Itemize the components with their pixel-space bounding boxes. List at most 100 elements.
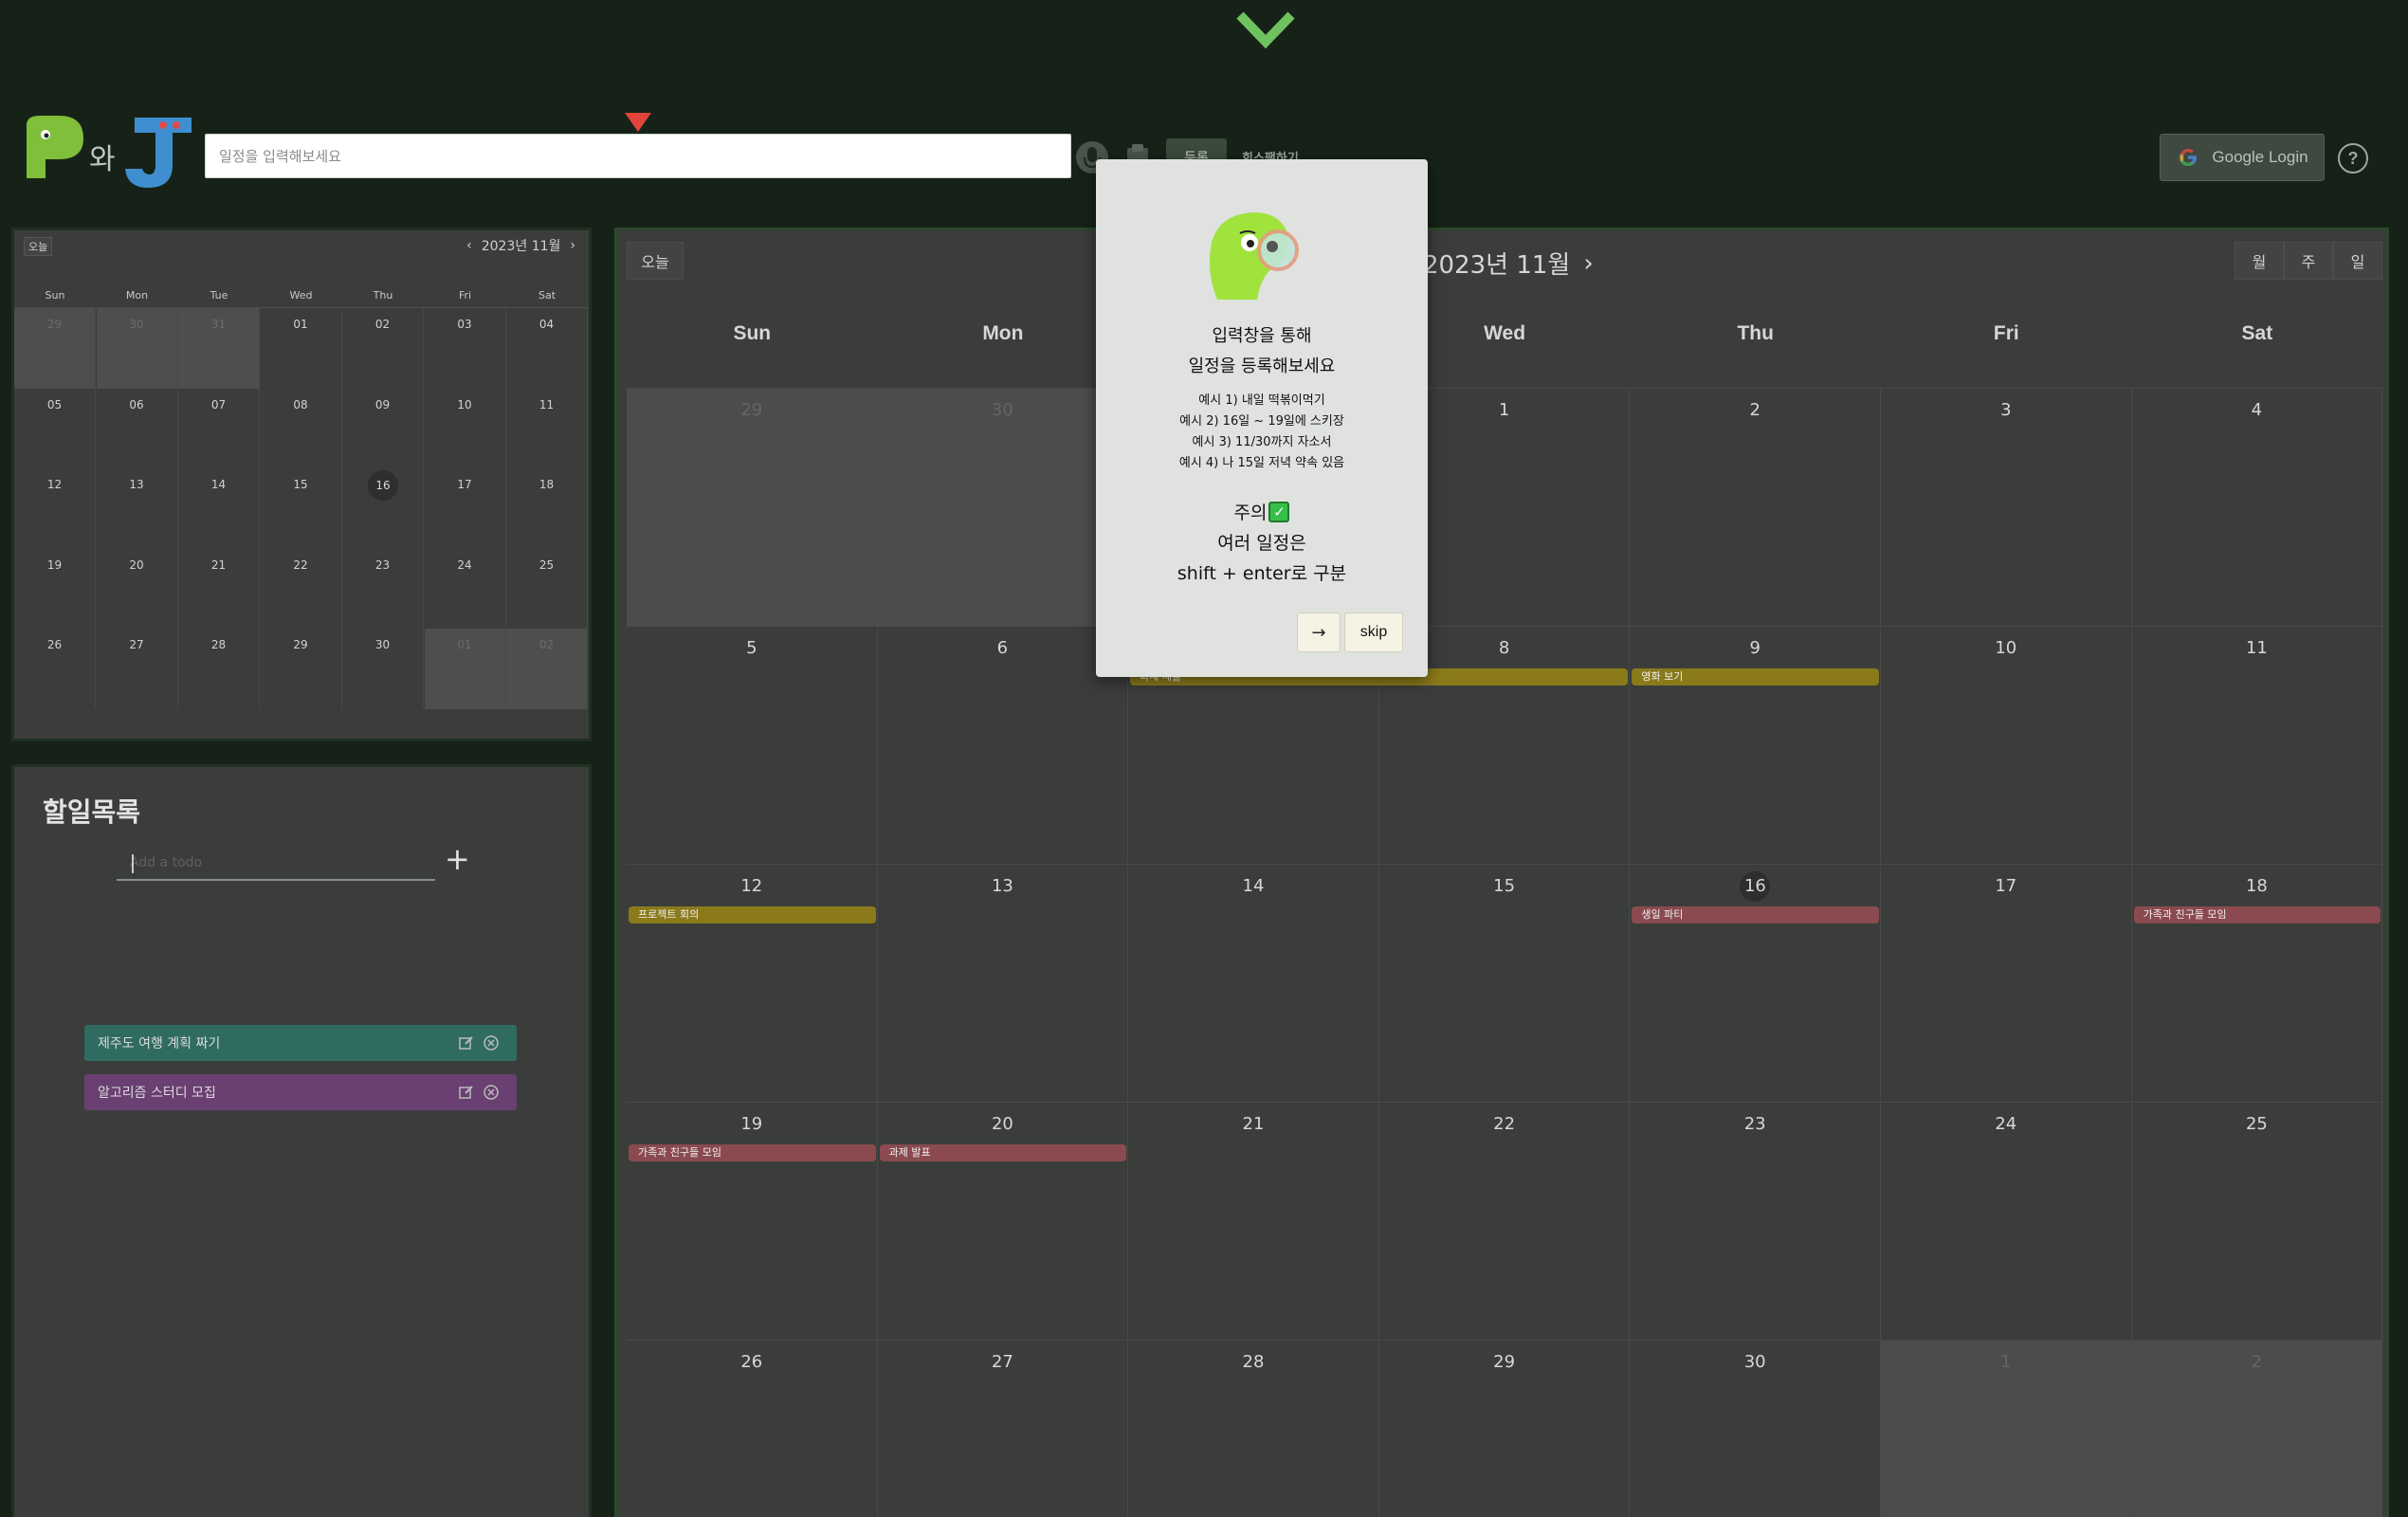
mini-day-cell[interactable]: 16 xyxy=(342,468,424,549)
main-calendar: 오늘 2023년 11월 › 월주일 SunMonTueWedThuFriSat… xyxy=(614,228,2389,1517)
view-button[interactable]: 일 xyxy=(2333,242,2382,280)
view-button[interactable]: 월 xyxy=(2235,242,2284,280)
event-bar[interactable]: 가족과 친구들 모임 xyxy=(2133,906,2381,923)
mini-day-cell[interactable]: 26 xyxy=(14,629,96,709)
edit-icon[interactable] xyxy=(458,1084,475,1101)
mini-day-cell[interactable]: 13 xyxy=(97,468,178,549)
day-cell[interactable]: 4 xyxy=(2131,388,2383,626)
day-number: 14 xyxy=(1242,876,1265,896)
mini-day-cell[interactable]: 19 xyxy=(14,548,96,630)
mini-day-cell[interactable]: 10 xyxy=(425,388,506,469)
event-bar[interactable]: 영화 보기 xyxy=(1632,668,1879,685)
add-todo-button[interactable]: + xyxy=(445,841,470,877)
day-cell[interactable]: 3 xyxy=(1881,388,2132,626)
collapse-chevron-icon[interactable] xyxy=(1232,6,1299,59)
day-cell[interactable]: 23 xyxy=(1630,1102,1881,1340)
skip-button[interactable]: skip xyxy=(1344,612,1403,652)
mini-day-cell[interactable]: 18 xyxy=(506,468,588,549)
day-cell[interactable]: 27 xyxy=(877,1340,1129,1517)
day-cell[interactable]: 30 xyxy=(877,388,1129,626)
event-bar[interactable]: 과제 발표 xyxy=(879,1144,1127,1161)
schedule-input[interactable] xyxy=(206,135,1070,177)
mini-day-cell[interactable]: 14 xyxy=(178,468,260,549)
mini-day-cell[interactable]: 01 xyxy=(261,308,342,389)
mini-weekday-label: Mon xyxy=(125,289,149,302)
day-cell[interactable]: 1 xyxy=(1881,1340,2132,1517)
day-cell[interactable]: 16 xyxy=(1630,864,1881,1102)
mini-day-cell[interactable]: 30 xyxy=(96,308,178,389)
mini-day-cell[interactable]: 08 xyxy=(261,388,342,469)
day-cell[interactable]: 18 xyxy=(2131,864,2383,1102)
day-cell[interactable]: 28 xyxy=(1128,1340,1379,1517)
delete-icon[interactable] xyxy=(483,1034,500,1051)
mini-day-cell[interactable]: 07 xyxy=(178,388,260,469)
mini-day-cell[interactable]: 17 xyxy=(425,468,506,549)
day-cell[interactable]: 2 xyxy=(1630,388,1881,626)
day-cell[interactable]: 24 xyxy=(1881,1102,2132,1340)
mini-day-cell[interactable]: 21 xyxy=(178,548,260,630)
mini-day-cell[interactable]: 01 xyxy=(424,629,506,709)
day-cell[interactable]: 14 xyxy=(1128,864,1379,1102)
mini-today-button[interactable]: 오늘 xyxy=(24,237,53,256)
event-bar[interactable]: 가족과 친구들 모임 xyxy=(629,1144,876,1161)
mini-day-number: 20 xyxy=(129,557,144,572)
event-bar[interactable]: 생일 파티 xyxy=(1632,906,1879,923)
mini-day-cell[interactable]: 24 xyxy=(425,548,506,630)
mini-day-cell[interactable]: 23 xyxy=(342,548,424,630)
next-month-button[interactable]: › xyxy=(1583,249,1593,278)
day-cell[interactable]: 29 xyxy=(1378,1340,1631,1517)
mini-day-cell[interactable]: 25 xyxy=(506,548,588,630)
mini-day-cell[interactable]: 04 xyxy=(506,308,588,389)
day-cell[interactable]: 21 xyxy=(1128,1102,1379,1340)
day-cell[interactable]: 5 xyxy=(627,626,878,864)
mini-day-cell[interactable]: 22 xyxy=(261,548,342,630)
day-cell[interactable]: 11 xyxy=(2131,626,2383,864)
day-cell[interactable]: 22 xyxy=(1378,1102,1631,1340)
today-button[interactable]: 오늘 xyxy=(627,242,684,280)
day-cell[interactable]: 25 xyxy=(2131,1102,2383,1340)
mini-day-cell[interactable]: 11 xyxy=(506,388,588,469)
mini-day-cell[interactable]: 28 xyxy=(178,629,260,709)
day-cell[interactable]: 19 xyxy=(627,1102,878,1340)
todo-input[interactable] xyxy=(117,847,435,879)
todo-item[interactable]: 제주도 여행 계획 짜기 xyxy=(84,1025,517,1061)
todo-item[interactable]: 알고리즘 스터디 모집 xyxy=(84,1074,517,1110)
day-cell[interactable]: 26 xyxy=(627,1340,878,1517)
mini-day-cell[interactable]: 29 xyxy=(261,629,342,709)
day-cell[interactable]: 17 xyxy=(1881,864,2132,1102)
mini-day-cell[interactable]: 12 xyxy=(14,468,96,549)
day-cell[interactable]: 12 xyxy=(627,864,878,1102)
day-cell[interactable]: 10 xyxy=(1881,626,2132,864)
day-cell[interactable]: 30 xyxy=(1630,1340,1881,1517)
mini-day-cell[interactable]: 02 xyxy=(342,308,424,389)
dialog-note-label: 주의 xyxy=(1233,503,1268,523)
day-cell[interactable]: 13 xyxy=(877,864,1129,1102)
day-cell[interactable]: 15 xyxy=(1378,864,1631,1102)
day-cell[interactable]: 20 xyxy=(877,1102,1129,1340)
mini-day-cell[interactable]: 29 xyxy=(14,308,96,389)
edit-icon[interactable] xyxy=(458,1034,475,1051)
help-button[interactable]: ? xyxy=(2338,143,2368,174)
mini-next-button[interactable]: › xyxy=(570,238,575,253)
event-bar[interactable]: 프로젝트 회의 xyxy=(629,906,876,923)
view-button[interactable]: 주 xyxy=(2284,242,2333,280)
mini-day-cell[interactable]: 06 xyxy=(97,388,178,469)
next-button[interactable]: → xyxy=(1297,612,1341,652)
mini-day-cell[interactable]: 31 xyxy=(178,308,260,389)
dialog-example-line: 예시 1) 내일 떡볶이먹기 xyxy=(1198,393,1325,408)
google-login-button[interactable]: Google Login xyxy=(2160,134,2325,181)
mini-prev-button[interactable]: ‹ xyxy=(466,238,472,253)
day-cell[interactable]: 2 xyxy=(2131,1340,2383,1517)
mini-day-cell[interactable]: 15 xyxy=(261,468,342,549)
mini-day-cell[interactable]: 30 xyxy=(342,629,424,709)
mini-day-cell[interactable]: 27 xyxy=(97,629,178,709)
day-cell[interactable]: 29 xyxy=(627,388,878,626)
mini-day-cell[interactable]: 20 xyxy=(97,548,178,630)
mini-day-cell[interactable]: 09 xyxy=(342,388,424,469)
delete-icon[interactable] xyxy=(483,1084,500,1101)
day-cell[interactable]: 6 xyxy=(877,626,1129,864)
day-cell[interactable]: 9 xyxy=(1630,626,1881,864)
mini-day-cell[interactable]: 03 xyxy=(425,308,506,389)
mini-day-cell[interactable]: 05 xyxy=(14,388,96,469)
mini-day-cell[interactable]: 02 xyxy=(506,629,588,709)
